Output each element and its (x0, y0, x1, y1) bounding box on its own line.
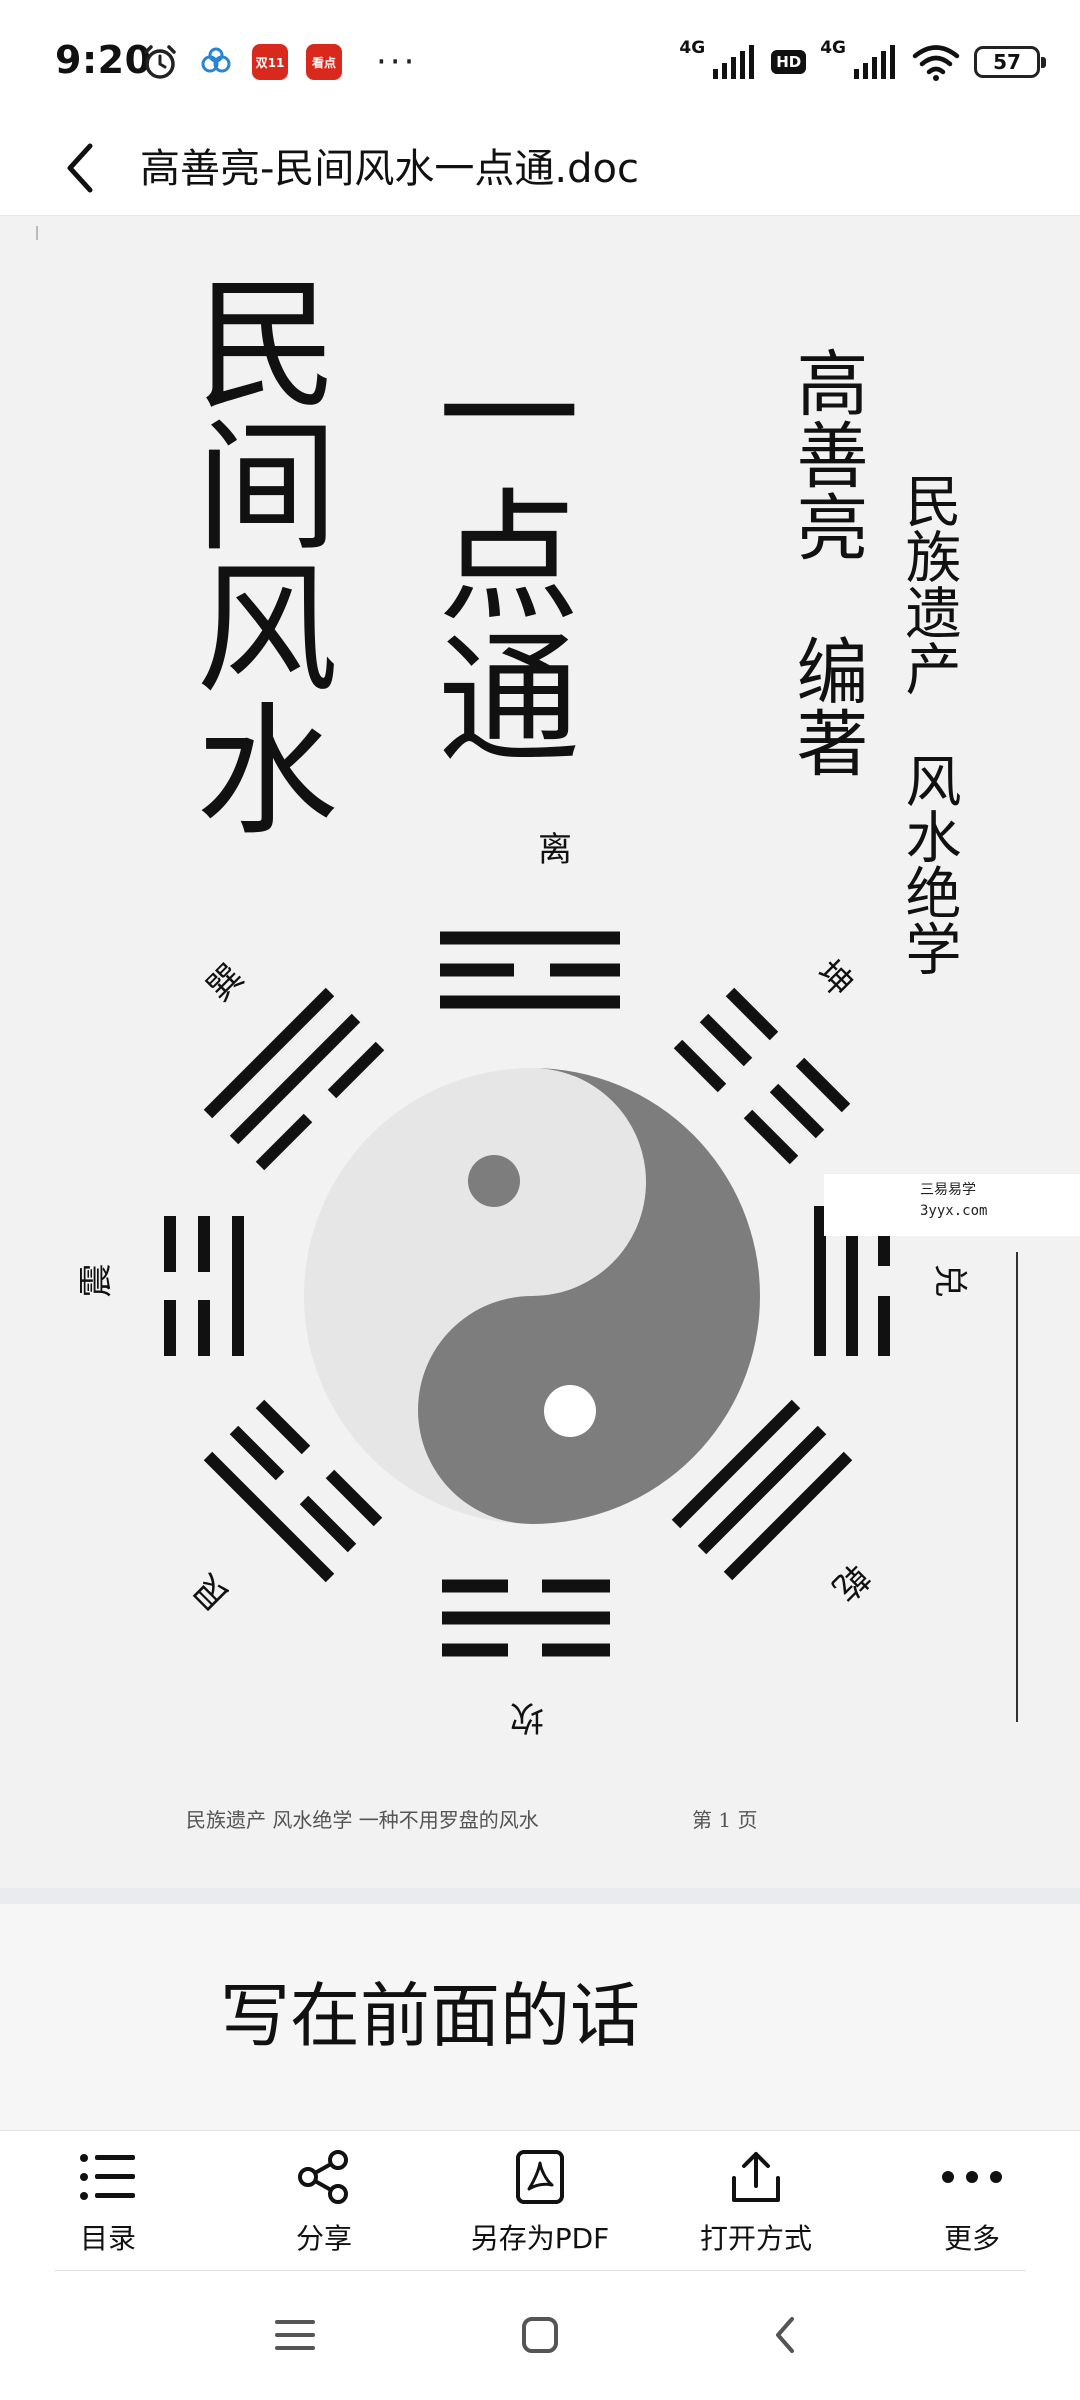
toc-label: 目录 (79, 2222, 136, 2255)
wifi-icon (912, 45, 960, 81)
trigram-zhen (164, 1216, 244, 1356)
page-side-rule (1016, 1252, 1018, 1722)
nav-back-icon (776, 2317, 794, 2353)
more-button[interactable]: 更多 (864, 2131, 1080, 2272)
open-with-button[interactable]: 打开方式 (648, 2131, 864, 2272)
back-arrow-icon (67, 143, 93, 193)
nav-back-button[interactable] (740, 2300, 830, 2370)
app-badge-2: 看点 (306, 44, 342, 80)
trigram-xun (203, 987, 385, 1171)
document-page-cover[interactable]: 民间风水 一点通 高善亮 编著 民族遗产 风水绝学 离 坤 兑 乾 坎 艮 震 … (0, 216, 1080, 1888)
screen: 9:20 双11 看点 ··· 4G HD 4G 57 高善亮-民间风水一点通.… (0, 0, 1080, 2400)
trigram-kan (442, 1579, 610, 1657)
nav-recents-button[interactable] (250, 2300, 340, 2370)
share-label: 分享 (295, 2222, 352, 2255)
page-corner-mark (36, 226, 38, 240)
signal-icon-2 (854, 45, 895, 79)
watermark-line-2: 3yyx.com (920, 1203, 988, 1219)
status-icons-right: 4G HD 4G 57 (679, 38, 1046, 86)
alarm-icon (144, 45, 176, 79)
status-time: 9:20 (55, 38, 152, 82)
save-as-pdf-button[interactable]: 另存为PDF (432, 2131, 648, 2272)
trigram-li (440, 931, 620, 1009)
toc-button[interactable]: 目录 (0, 2131, 216, 2272)
signal-icon-1 (713, 45, 755, 79)
cover-author: 高善亮 编著 (784, 346, 868, 778)
bagua-diagram (164, 931, 890, 1657)
label-li: 离 (538, 830, 572, 870)
system-nav-bar (0, 2272, 1080, 2400)
watermark: 三易易学 3yyx.com (824, 1174, 1080, 1236)
status-icons-left: 双11 看点 ··· (140, 40, 417, 84)
nav-home-button[interactable] (495, 2300, 585, 2370)
page-2-heading: 写在前面的话 (220, 1975, 640, 2057)
share-icon (298, 2150, 348, 2204)
cloud-app-icon (201, 47, 231, 73)
back-button[interactable] (40, 124, 120, 212)
menu-icon (275, 2320, 315, 2350)
hd-badge: HD (771, 50, 807, 74)
network-type-1: 4G (679, 38, 706, 58)
document-title: 高善亮-民间风水一点通.doc (140, 146, 640, 192)
status-bar: 9:20 双11 看点 ··· 4G HD 4G 57 (0, 0, 1080, 120)
cover-sub-title: 一点通 (413, 340, 578, 766)
bottom-toolbar: 目录 分享 另存为PDF 打开方式 更多 (0, 2130, 1080, 2272)
open-with-icon (732, 2152, 780, 2202)
watermark-line-1: 三易易学 (920, 1182, 976, 1198)
cover-main-title: 民间风水 (171, 270, 336, 838)
home-square-icon (522, 2317, 558, 2353)
notification-more: ··· (376, 42, 418, 82)
pdf-icon (516, 2150, 564, 2204)
network-type-2: 4G (820, 38, 846, 58)
page-footer-text: 民族遗产 风水绝学 一种不用罗盘的风水 (186, 1808, 539, 1832)
title-bar: 高善亮-民间风水一点通.doc (0, 120, 1080, 216)
label-zhen: 震 (76, 1263, 117, 1298)
share-button[interactable]: 分享 (216, 2131, 432, 2272)
more-label: 更多 (943, 2222, 1000, 2255)
page-separator (0, 1888, 1080, 1904)
list-icon (80, 2154, 135, 2200)
document-page-2[interactable]: 写在前面的话 (0, 1904, 1080, 2130)
label-kan: 坎 (510, 1697, 544, 1737)
app-badge-1: 双11 (252, 44, 288, 80)
trigram-kun (673, 987, 851, 1165)
page-footer-number: 第 1 页 (692, 1808, 758, 1832)
more-icon (942, 2171, 1002, 2183)
open-with-label: 打开方式 (699, 2222, 812, 2255)
battery-indicator: 57 (974, 46, 1046, 78)
taiji-symbol (304, 1068, 760, 1524)
save-as-pdf-label: 另存为PDF (470, 2222, 610, 2255)
toolbar-divider (54, 2270, 1026, 2271)
label-dui: 兑 (929, 1263, 970, 1298)
